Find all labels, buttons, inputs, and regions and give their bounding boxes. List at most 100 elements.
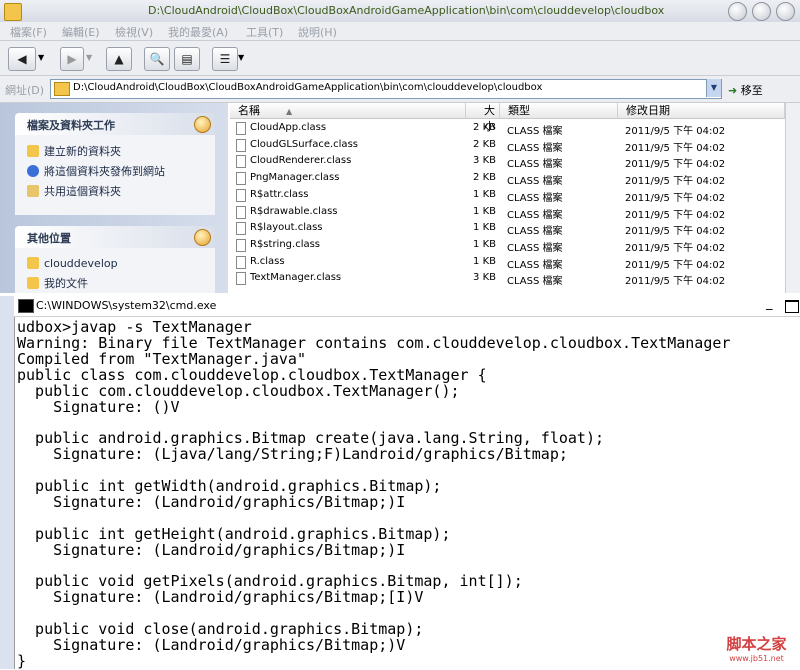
address-dropdown-icon[interactable]: ▼ bbox=[706, 79, 721, 97]
file-type: CLASS 檔案 bbox=[507, 259, 563, 271]
close-button[interactable] bbox=[776, 2, 795, 21]
file-size: 1 KB bbox=[473, 188, 496, 200]
file-row[interactable]: PngManager.class 2 KB CLASS 檔案 2011/9/5 下午 … bbox=[230, 170, 785, 187]
task-share-folder[interactable]: 共用這個資料夾 bbox=[27, 183, 121, 199]
console-line: public void close(android.graphics.Bitma… bbox=[17, 620, 424, 639]
column-header-type[interactable]: 類型 bbox=[500, 103, 618, 119]
my-documents-icon bbox=[27, 277, 39, 289]
address-input[interactable]: D:\CloudAndroid\CloudBox\CloudBoxAndroid… bbox=[50, 79, 722, 99]
views-dropdown-icon[interactable]: ▼ bbox=[238, 53, 244, 62]
console-line: Signature: (Landroid/graphics/Bitmap;)I bbox=[17, 540, 406, 559]
file-row[interactable]: TextManager.class 3 KB CLASS 檔案 2011/9/5 下午… bbox=[230, 270, 785, 287]
menu-file[interactable]: 檔案(F) bbox=[10, 24, 47, 40]
collapse-icon[interactable] bbox=[194, 229, 211, 246]
explorer-titlebar: D:\CloudAndroid\CloudBox\CloudBoxAndroid… bbox=[0, 0, 800, 23]
cmd-maximize-button[interactable] bbox=[785, 300, 799, 313]
toolbar: ◀ ▼ ▶ ▼ ▲ 🔍 ▤ ☰ ▼ bbox=[0, 41, 800, 76]
share-folder-icon bbox=[27, 185, 39, 197]
file-date: 2011/9/5 下午 04:02 bbox=[625, 142, 726, 154]
file-name: R$layout.class bbox=[250, 222, 323, 234]
task-publish-web[interactable]: 將這個資料夾發佈到網站 bbox=[27, 163, 165, 179]
file-date: 2011/9/5 下午 04:02 bbox=[625, 176, 726, 188]
file-type: CLASS 檔案 bbox=[507, 276, 563, 288]
file-type: CLASS 檔案 bbox=[507, 192, 563, 204]
class-file-icon bbox=[236, 255, 246, 269]
file-row[interactable]: R$string.class 1 KB CLASS 檔案 2011/9/5 下午 04… bbox=[230, 237, 785, 254]
address-bar: 網址(D) D:\CloudAndroid\CloudBox\CloudBoxA… bbox=[0, 76, 800, 103]
file-type: CLASS 檔案 bbox=[507, 126, 563, 137]
folders-icon: ▤ bbox=[181, 52, 193, 66]
column-label: 修改日期 bbox=[626, 104, 670, 117]
other-places-header[interactable]: 其他位置 bbox=[15, 226, 215, 248]
go-button[interactable]: ➜ 移至 bbox=[728, 82, 763, 98]
cmd-minimize-button[interactable]: _ bbox=[766, 296, 773, 311]
file-date: 2011/9/5 下午 04:02 bbox=[625, 242, 726, 254]
other-places-title: 其他位置 bbox=[27, 232, 71, 245]
file-type: CLASS 檔案 bbox=[507, 142, 563, 154]
file-size: 3 KB bbox=[473, 272, 496, 284]
forward-dropdown-icon[interactable]: ▼ bbox=[86, 53, 92, 62]
folder-icon bbox=[54, 82, 70, 96]
collapse-icon[interactable] bbox=[194, 116, 211, 133]
vertical-scrollbar[interactable] bbox=[785, 103, 800, 293]
file-row[interactable]: CloudApp.class 2 KB CLASS 檔案 2011/9/5 下午 04… bbox=[230, 120, 785, 137]
forward-button[interactable]: ▶ bbox=[60, 47, 84, 71]
watermark: 脚本之家 www.jb51.net bbox=[713, 633, 800, 669]
menu-edit[interactable]: 編輯(E) bbox=[62, 24, 100, 40]
file-date: 2011/9/5 下午 04:02 bbox=[625, 226, 726, 238]
file-list: 名稱 ▲ 大小 類型 修改日期 CloudApp.class 2 KB CLASS 檔… bbox=[230, 103, 785, 293]
file-row[interactable]: R$attr.class 1 KB CLASS 檔案 2011/9/5 下午 04:0… bbox=[230, 187, 785, 204]
file-row[interactable]: CloudRenderer.class 3 KB CLASS 檔案 2011/9/5 … bbox=[230, 153, 785, 170]
column-header-date[interactable]: 修改日期 bbox=[618, 103, 785, 119]
address-label: 網址(D) bbox=[5, 84, 45, 97]
file-type: CLASS 檔案 bbox=[507, 242, 563, 254]
file-row[interactable]: CloudGLSurface.class 2 KB CLASS 檔案 2011/9/5… bbox=[230, 137, 785, 154]
minimize-button[interactable] bbox=[728, 2, 747, 21]
file-row[interactable]: R$layout.class 1 KB CLASS 檔案 2011/9/5 下午 04… bbox=[230, 220, 785, 237]
place-clouddevelop[interactable]: clouddevelop bbox=[27, 257, 118, 270]
menu-help[interactable]: 說明(H) bbox=[298, 24, 337, 40]
console-output[interactable]: udbox>javap -s TextManager Warning: Binar… bbox=[14, 317, 800, 669]
task-new-folder[interactable]: 建立新的資料夾 bbox=[27, 143, 121, 159]
menu-view[interactable]: 檢視(V) bbox=[115, 24, 153, 40]
new-folder-icon bbox=[27, 145, 39, 157]
console-line: udbox>javap -s TextManager bbox=[17, 318, 252, 336]
folders-button[interactable]: ▤ bbox=[174, 47, 200, 71]
file-name: CloudApp.class bbox=[250, 122, 327, 133]
file-date: 2011/9/5 下午 04:02 bbox=[625, 276, 726, 288]
console-line: } bbox=[17, 651, 27, 670]
task-pane: 檔案及資料夾工作 建立新的資料夾 將這個資料夾發佈到網站 共用這個資料夾 其他位… bbox=[0, 103, 228, 293]
file-size: 1 KB bbox=[473, 205, 496, 217]
file-type: CLASS 檔案 bbox=[507, 209, 563, 221]
file-row[interactable]: R.class 1 KB CLASS 檔案 2011/9/5 下午 04:02 bbox=[230, 254, 785, 271]
file-size: 3 KB bbox=[473, 155, 496, 167]
views-button[interactable]: ☰ bbox=[212, 47, 238, 71]
file-date: 2011/9/5 下午 04:02 bbox=[625, 159, 726, 171]
place-my-documents[interactable]: 我的文件 bbox=[27, 275, 88, 291]
menu-tools[interactable]: 工具(T) bbox=[246, 24, 283, 40]
file-name: CloudGLSurface.class bbox=[250, 138, 358, 150]
menu-favorites[interactable]: 我的最愛(A) bbox=[168, 24, 228, 40]
column-header-size[interactable]: 大小 bbox=[466, 103, 500, 133]
column-header-name[interactable]: 名稱 ▲ bbox=[230, 103, 466, 119]
maximize-button[interactable] bbox=[752, 2, 771, 21]
file-date: 2011/9/5 下午 04:02 bbox=[625, 192, 726, 204]
console-line: Signature: (Landroid/graphics/Bitmap;)V bbox=[17, 636, 406, 654]
back-dropdown-icon[interactable]: ▼ bbox=[38, 53, 44, 62]
file-name: R.class bbox=[250, 255, 285, 267]
up-folder-button[interactable]: ▲ bbox=[106, 47, 132, 71]
back-button[interactable]: ◀ bbox=[8, 47, 36, 71]
up-arrow-icon: ▲ bbox=[114, 52, 124, 66]
file-tasks-header[interactable]: 檔案及資料夾工作 bbox=[15, 113, 215, 135]
file-size: 1 KB bbox=[473, 238, 496, 250]
console-line: Compiled from "TextManager.java" bbox=[17, 349, 306, 368]
class-file-icon bbox=[236, 272, 246, 286]
file-row[interactable]: R$drawable.class 1 KB CLASS 檔案 2011/9/5 下午 … bbox=[230, 204, 785, 221]
go-arrow-icon: ➜ bbox=[728, 84, 738, 97]
folder-icon bbox=[27, 257, 39, 269]
search-button[interactable]: 🔍 bbox=[144, 47, 170, 71]
class-file-icon bbox=[236, 172, 246, 186]
globe-icon bbox=[27, 165, 39, 177]
cmd-title: C:\WINDOWS\system32\cmd.exe bbox=[36, 299, 217, 312]
sort-ascending-icon: ▲ bbox=[286, 107, 293, 116]
